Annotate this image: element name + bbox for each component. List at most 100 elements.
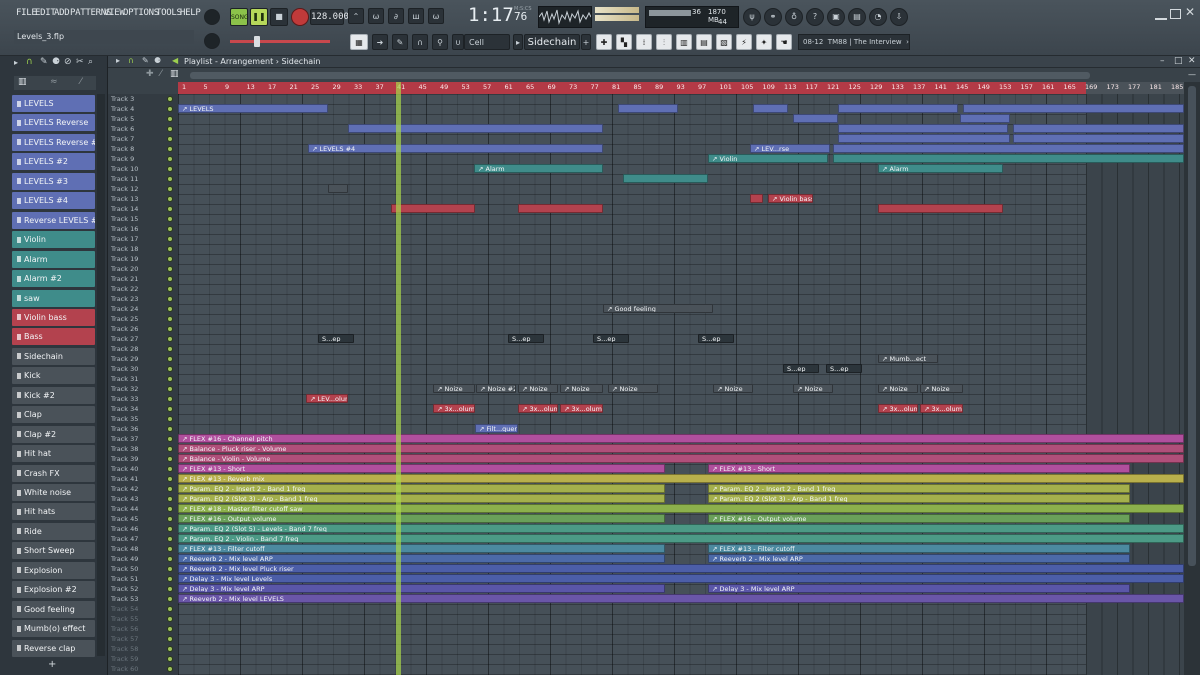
- track-mute-led[interactable]: [167, 166, 173, 172]
- track-header[interactable]: Track 41: [108, 474, 178, 484]
- pattern-item[interactable]: Hit hat: [12, 445, 95, 463]
- pattern-item[interactable]: Explosion: [12, 561, 95, 579]
- playlist-clip[interactable]: ↗ Noize: [560, 384, 603, 393]
- playlist-clip[interactable]: ↗ LEV...rse: [750, 144, 830, 153]
- track-header[interactable]: Track 37: [108, 434, 178, 444]
- playlist-clip[interactable]: ↗ Filt...quency: [475, 424, 518, 433]
- track-mute-led[interactable]: [167, 296, 173, 302]
- blend-notes-icon[interactable]: ш: [408, 8, 424, 24]
- microphone-icon[interactable]: ♁: [785, 8, 803, 26]
- mixer-icon[interactable]: ⫶: [656, 34, 672, 50]
- track-header[interactable]: Track 21: [108, 274, 178, 284]
- playlist-clip[interactable]: S...ep: [593, 334, 629, 343]
- playlist-clip[interactable]: ↗ Noize: [713, 384, 753, 393]
- playlist-clip[interactable]: ↗ LEV...olume: [306, 394, 348, 403]
- playlist-clip[interactable]: [348, 124, 603, 133]
- playlist-clip[interactable]: ↗ 3x...olume: [878, 404, 918, 413]
- track-header[interactable]: Track 36: [108, 424, 178, 434]
- track-mute-led[interactable]: [167, 546, 173, 552]
- pattern-item[interactable]: Short Sweep: [12, 542, 95, 560]
- track-header[interactable]: Track 46: [108, 524, 178, 534]
- track-header[interactable]: Track 19: [108, 254, 178, 264]
- track-mute-led[interactable]: [167, 566, 173, 572]
- tool-playlist-icon[interactable]: ▦: [350, 34, 368, 50]
- track-mute-led[interactable]: [167, 476, 173, 482]
- maximize-icon[interactable]: [1170, 9, 1181, 19]
- picker-mute-icon[interactable]: ⊘: [64, 57, 72, 67]
- playlist-clip[interactable]: ↗ Param. EQ 2 - Insert 2 - Band 1 freq: [178, 484, 665, 493]
- playlist-clip[interactable]: ↗ Param. EQ 2 (Slot 3) - Arp - Band 1 fr…: [178, 494, 665, 503]
- track-header[interactable]: Track 30: [108, 364, 178, 374]
- track-mute-led[interactable]: [167, 116, 173, 122]
- playlist-clip[interactable]: ↗ FLEX #13 - Reverb mix: [178, 474, 1184, 483]
- playlist-grid[interactable]: ↗ LEVELS ↗ LEVELS #4 ↗ LEV...rse ↗ Violin ↗ …: [178, 94, 1184, 675]
- track-mute-led[interactable]: [167, 136, 173, 142]
- snap-magnet-icon[interactable]: ∪: [452, 34, 464, 50]
- playlist-clip[interactable]: S...ep: [783, 364, 819, 373]
- tool-pencil-icon[interactable]: ✎: [392, 34, 408, 50]
- track-header[interactable]: Track 27: [108, 334, 178, 344]
- playlist-vertical-scrollbar[interactable]: —: [1184, 70, 1200, 675]
- track-header[interactable]: Track 32: [108, 384, 178, 394]
- loop-record-icon[interactable]: ω: [428, 8, 444, 24]
- pattern-prev-icon[interactable]: ▸: [513, 34, 523, 50]
- playlist-clip[interactable]: ↗ Delay 3 - Mix level ARP: [178, 584, 665, 593]
- toolbox-icon[interactable]: ▣: [827, 8, 845, 26]
- pattern-item[interactable]: Crash FX: [12, 464, 95, 482]
- track-header[interactable]: Track 51: [108, 574, 178, 584]
- track-mute-led[interactable]: [167, 176, 173, 182]
- menu-edit[interactable]: EDIT: [35, 8, 56, 18]
- track-header[interactable]: Track 18: [108, 244, 178, 254]
- playlist-clip[interactable]: S...ep: [698, 334, 734, 343]
- playlist-clip[interactable]: [838, 124, 1008, 133]
- track-header[interactable]: Track 56: [108, 624, 178, 634]
- master-volume-knob[interactable]: [204, 9, 220, 25]
- playlist-clip[interactable]: ↗ Param. EQ 2 - Violin - Band 7 freq: [178, 534, 1184, 543]
- track-header[interactable]: Track 13: [108, 194, 178, 204]
- browser-icon[interactable]: ▤: [696, 34, 712, 50]
- menu-view[interactable]: VIEW: [104, 8, 125, 18]
- plugin-picker-icon[interactable]: ▧: [716, 34, 732, 50]
- track-header[interactable]: Track 39: [108, 454, 178, 464]
- playlist-clip[interactable]: ↗ Noize: [608, 384, 658, 393]
- playlist-brush-icon[interactable]: ⚈: [154, 56, 161, 65]
- picker-pencil-icon[interactable]: ✎: [40, 57, 48, 67]
- track-mute-led[interactable]: [167, 276, 173, 282]
- track-mute-led[interactable]: [167, 496, 173, 502]
- playlist-clip[interactable]: ↗ Param. EQ 2 (Slot 5) - Levels - Band 7…: [178, 524, 1184, 533]
- playlist-clip[interactable]: ↗ Reeverb 2 - Mix level LEVELS: [178, 594, 1184, 603]
- playlist-clip[interactable]: [750, 194, 763, 203]
- playlist-clip[interactable]: ↗ Param. EQ 2 - Insert 2 - Band 1 freq: [708, 484, 1130, 493]
- track-header[interactable]: Track 54: [108, 604, 178, 614]
- track-mute-led[interactable]: [167, 246, 173, 252]
- step-sequencer-icon[interactable]: ⁞: [636, 34, 652, 50]
- track-header[interactable]: Track 31: [108, 374, 178, 384]
- track-mute-led[interactable]: [167, 186, 173, 192]
- playlist-clip[interactable]: [838, 104, 958, 113]
- time-ruler[interactable]: 1 5 9 13 17 21 25 29 33 37 41 45 49 53 57 61 65 69 73 77 81 8…: [178, 82, 1184, 94]
- tool-magnet-icon[interactable]: ∩: [412, 34, 428, 50]
- track-header[interactable]: Track 48: [108, 544, 178, 554]
- track-mute-led[interactable]: [167, 656, 173, 662]
- track-header[interactable]: Track 17: [108, 234, 178, 244]
- track-mute-led[interactable]: [167, 416, 173, 422]
- playlist-clip[interactable]: ↗ FLEX #13 - Filter cutoff: [708, 544, 1130, 553]
- metronome-icon[interactable]: ⌃: [348, 8, 364, 24]
- playlist-clip[interactable]: ↗ Violin bass: [768, 194, 813, 203]
- track-mute-led[interactable]: [167, 536, 173, 542]
- playlist-clip[interactable]: ↗ Noize #2: [476, 384, 516, 393]
- playlist-clip[interactable]: ↗ Delay 3 - Mix level ARP: [708, 584, 1130, 593]
- master-pitch-slider[interactable]: [230, 40, 330, 43]
- playlist-clip[interactable]: ↗ 3x...olume: [920, 404, 963, 413]
- track-header[interactable]: Track 44: [108, 504, 178, 514]
- track-mute-led[interactable]: [167, 326, 173, 332]
- track-mute-led[interactable]: [167, 626, 173, 632]
- track-mute-led[interactable]: [167, 226, 173, 232]
- picker-arrow-icon[interactable]: ▸: [14, 58, 18, 67]
- track-mute-led[interactable]: [167, 106, 173, 112]
- track-header[interactable]: Track 22: [108, 284, 178, 294]
- playlist-clip[interactable]: ↗ Mumb...ect: [878, 354, 938, 363]
- track-mute-led[interactable]: [167, 396, 173, 402]
- playlist-clip[interactable]: S...ep: [318, 334, 354, 343]
- track-header[interactable]: Track 3: [108, 94, 178, 104]
